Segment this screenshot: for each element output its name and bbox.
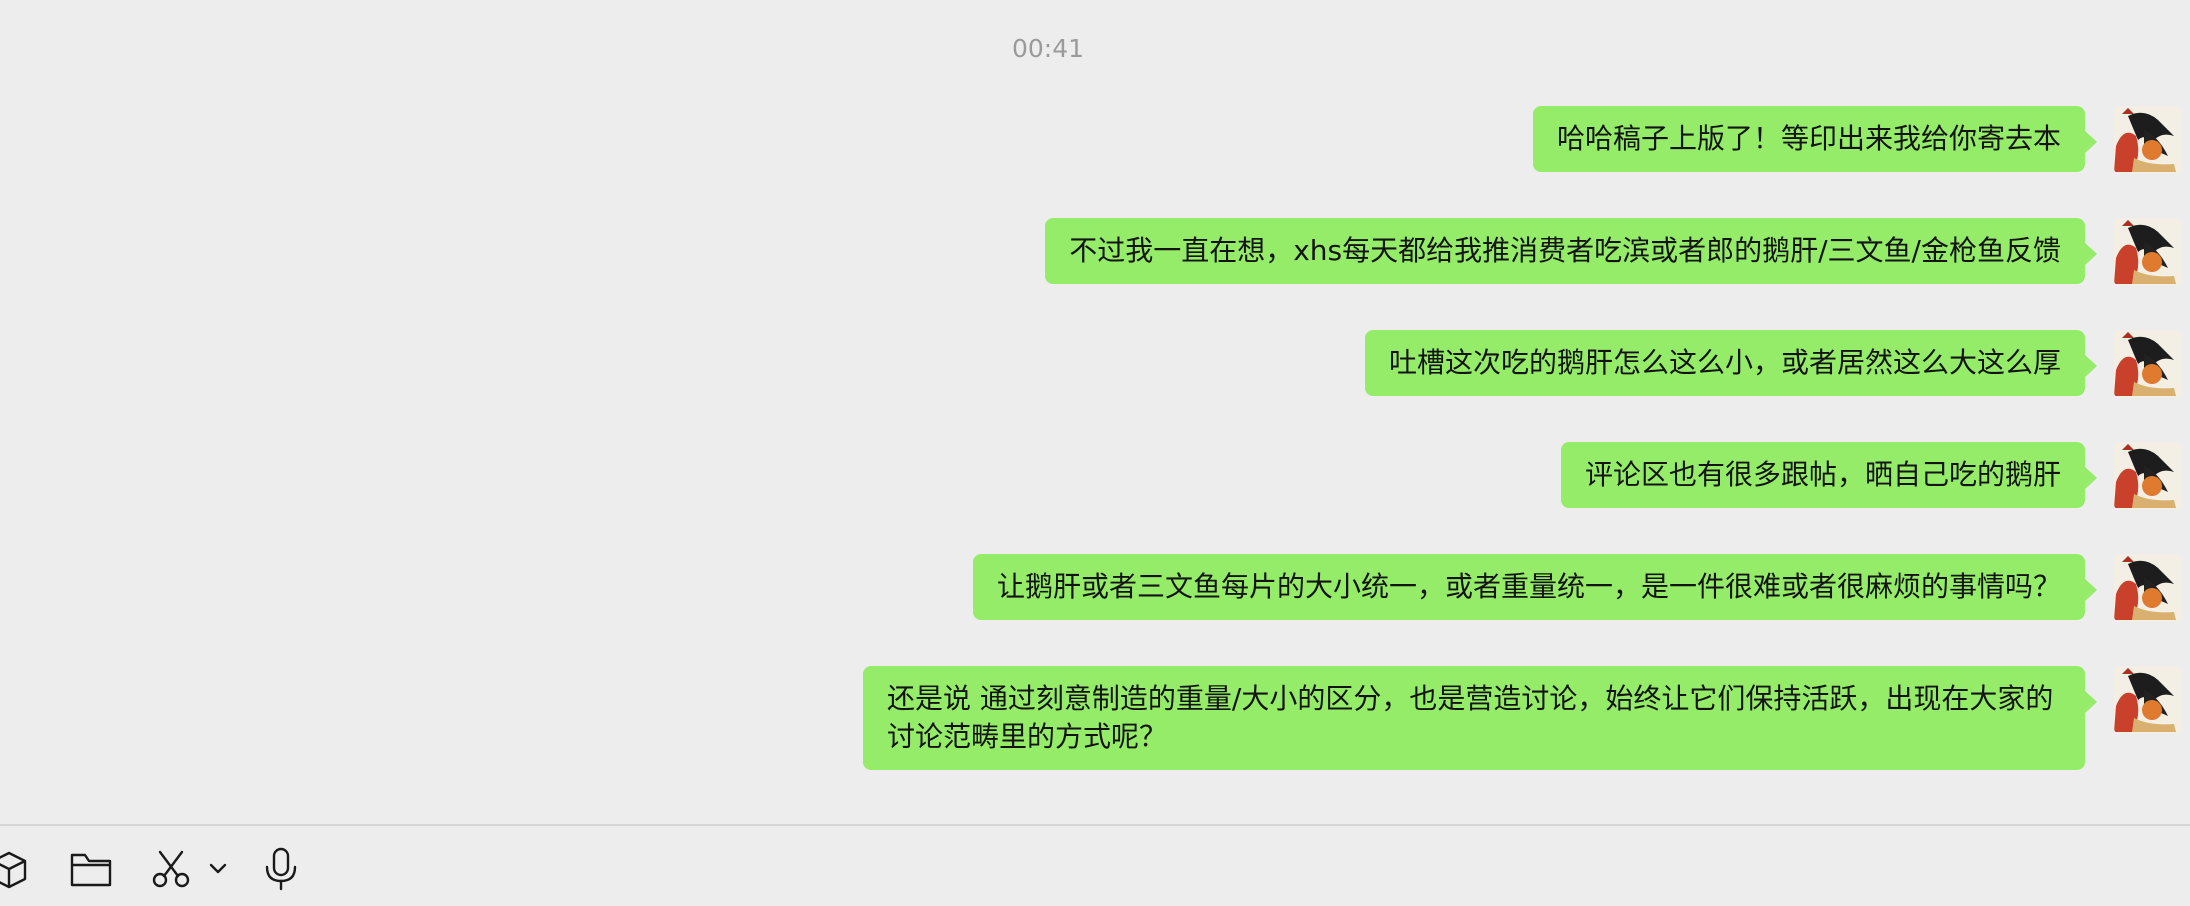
- avatar[interactable]: [2114, 106, 2182, 174]
- message-bubble[interactable]: 让鹅肝或者三文鱼每片的大小统一，或者重量统一，是一件很难或者很麻烦的事情吗？: [972, 554, 2098, 620]
- avatar-image: [2114, 554, 2182, 622]
- message-row: 评论区也有很多跟帖，晒自己吃的鹅肝: [0, 442, 2190, 552]
- avatar-image: [2114, 442, 2182, 510]
- avatar-image: [2114, 666, 2182, 734]
- message-row: 不过我一直在想，xhs每天都给我推消费者吃滨或者郎的鹅肝/三文鱼/金枪鱼反馈: [0, 218, 2190, 328]
- microphone-icon[interactable]: [258, 846, 304, 892]
- avatar[interactable]: [2114, 554, 2182, 622]
- message-bubble[interactable]: 哈哈稿子上版了！等印出来我给你寄去本: [1532, 106, 2098, 172]
- folder-icon[interactable]: [68, 846, 114, 892]
- message-bubble[interactable]: 评论区也有很多跟帖，晒自己吃的鹅肝: [1560, 442, 2098, 508]
- avatar[interactable]: [2114, 442, 2182, 510]
- message-row: 哈哈稿子上版了！等印出来我给你寄去本: [0, 106, 2190, 216]
- input-toolbar: [0, 826, 2190, 906]
- message-row: 吐槽这次吃的鹅肝怎么这么小，或者居然这么大这么厚: [0, 330, 2190, 440]
- message-row: 还是说 通过刻意制造的重量/大小的区分，也是营造讨论，始终让它们保持活跃，出现在…: [0, 666, 2190, 786]
- avatar[interactable]: [2114, 330, 2182, 398]
- avatar[interactable]: [2114, 666, 2182, 734]
- chevron-down-icon[interactable]: [206, 846, 230, 892]
- message-bubble[interactable]: 吐槽这次吃的鹅肝怎么这么小，或者居然这么大这么厚: [1364, 330, 2098, 396]
- message-bubble[interactable]: 还是说 通过刻意制造的重量/大小的区分，也是营造讨论，始终让它们保持活跃，出现在…: [863, 666, 2097, 770]
- avatar-image: [2114, 106, 2182, 174]
- box-icon[interactable]: [0, 846, 32, 892]
- avatar-image: [2114, 218, 2182, 286]
- avatar[interactable]: [2114, 218, 2182, 286]
- message-bubble[interactable]: 不过我一直在想，xhs每天都给我推消费者吃滨或者郎的鹅肝/三文鱼/金枪鱼反馈: [1045, 218, 2097, 284]
- message-timestamp: 00:41: [1011, 34, 1085, 63]
- scissors-icon[interactable]: [148, 846, 194, 892]
- message-row: 让鹅肝或者三文鱼每片的大小统一，或者重量统一，是一件很难或者很麻烦的事情吗？: [0, 554, 2190, 664]
- chat-message-area[interactable]: 00:41 哈哈稿子上版了！等印出来我给你寄去本 不过我一直在想，xhs每天都给…: [0, 0, 2190, 824]
- avatar-image: [2114, 330, 2182, 398]
